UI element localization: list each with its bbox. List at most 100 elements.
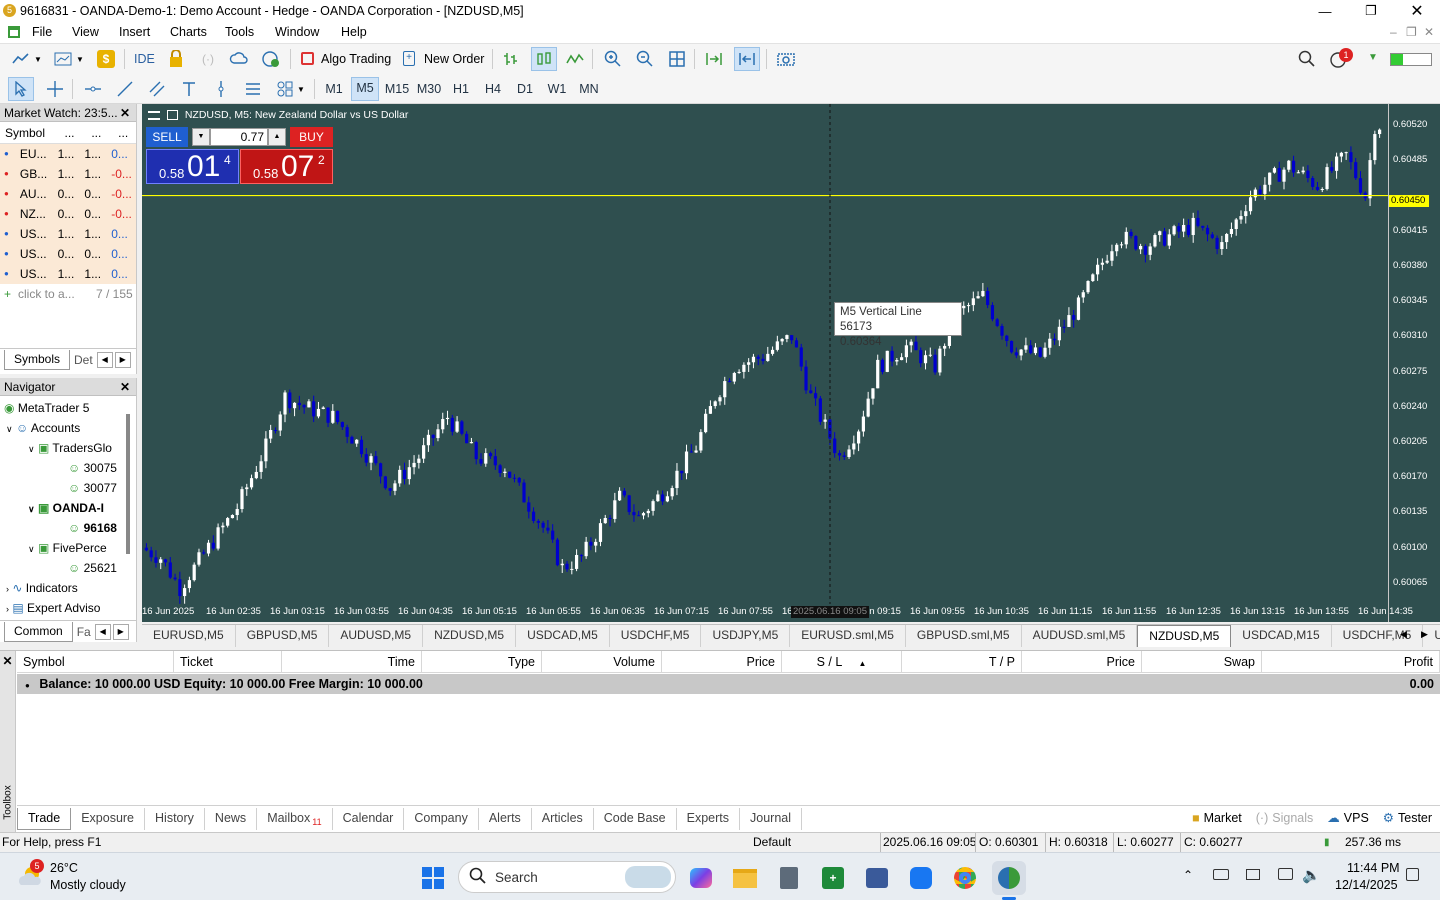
chart-tab[interactable]: EURUSD,M5	[142, 624, 236, 647]
scroll-right-icon[interactable]: ▶	[112, 623, 129, 640]
toolbox-tab[interactable]: News	[205, 807, 258, 830]
column-header[interactable]: ...	[82, 122, 109, 143]
trade-column-header[interactable]: Volume	[542, 651, 662, 673]
chart-tab[interactable]: AUDUSD.sml,M5	[1022, 624, 1138, 647]
nav-accounts[interactable]: ∨ ☺ Accounts	[6, 418, 80, 438]
toolbox-tab[interactable]: Exposure	[71, 807, 146, 830]
trade-column-header[interactable]: Ticket	[174, 651, 282, 673]
toolbox-tab[interactable]: Articles	[532, 807, 594, 830]
close-button[interactable]: ✕	[1394, 0, 1440, 22]
new-order-button[interactable]: New Order	[424, 52, 484, 66]
trade-column-header[interactable]: S / L ▲	[782, 651, 902, 673]
menu-charts[interactable]: Charts	[170, 25, 207, 39]
keyboard-icon[interactable]	[1213, 869, 1229, 880]
navigator-scrollbar[interactable]	[126, 414, 130, 554]
chevron-right-icon[interactable]: ›	[6, 604, 9, 614]
menu-file[interactable]: File	[32, 25, 52, 39]
lot-increase-button[interactable]: ▲	[268, 128, 286, 146]
toolbox-tab[interactable]: Trade	[17, 807, 72, 830]
toolbox-tab[interactable]: Alerts	[479, 807, 532, 830]
tab-details[interactable]: Det	[70, 353, 97, 367]
scroll-right-icon[interactable]: ▶	[114, 351, 131, 368]
chart-template-icon[interactable]	[52, 48, 74, 70]
chevron-down-icon[interactable]: ∨	[6, 424, 13, 434]
cloud-icon[interactable]	[228, 48, 250, 70]
nav-server-tradersglobal[interactable]: ∨ ▣ TradersGlo	[28, 438, 120, 458]
chart-tab[interactable]: EURUSD.sml,M5	[790, 624, 906, 647]
volume-icon[interactable]: 🔈	[1302, 866, 1321, 884]
calculator-icon[interactable]	[774, 863, 804, 893]
text-tool-icon[interactable]	[178, 78, 200, 100]
nav-server-oanda[interactable]: ∨ ▣ OANDA-I	[28, 498, 120, 518]
lot-decrease-button[interactable]: ▼	[192, 128, 210, 146]
trade-column-header[interactable]: Type	[422, 651, 542, 673]
column-header[interactable]: Symbol	[0, 122, 56, 143]
toolbox-tab[interactable]: Company	[404, 807, 479, 830]
chevron-up-icon[interactable]: ⌃	[1183, 868, 1193, 882]
timeframe-m5[interactable]: M5	[351, 77, 379, 101]
chart-tab[interactable]: USDCHF,M5	[1332, 624, 1424, 647]
dropdown-arrow-icon[interactable]: ▼	[76, 55, 84, 64]
trade-column-header[interactable]: Swap	[1142, 651, 1262, 673]
nav-server-fivepercent[interactable]: ∨ ▣ FivePerce	[28, 538, 120, 558]
vps-link[interactable]: VPS	[1344, 811, 1369, 825]
menu-tools[interactable]: Tools	[225, 25, 254, 39]
market-icon[interactable]: $	[95, 48, 117, 70]
trendline-icon[interactable]	[114, 78, 136, 100]
file-explorer-icon[interactable]	[730, 863, 760, 893]
market-watch-row[interactable]: ● US... 0... 0... 0...	[0, 244, 136, 264]
ask-price-box[interactable]: 0.58 07 2	[240, 149, 333, 184]
ide-button[interactable]: IDE	[134, 52, 155, 66]
shapes-icon[interactable]	[274, 78, 296, 100]
toolbox-tab[interactable]: Calendar	[333, 807, 405, 830]
trade-column-header[interactable]: Symbol	[17, 651, 174, 673]
notification-center-icon[interactable]	[1406, 868, 1419, 881]
chevron-down-icon[interactable]: ∨	[28, 544, 35, 554]
chart-tab[interactable]: USDCHF,M5	[610, 624, 702, 647]
search-icon[interactable]	[1296, 48, 1318, 70]
messenger-icon[interactable]	[906, 863, 936, 893]
market-link[interactable]: Market	[1204, 811, 1242, 825]
timeframe-d1[interactable]: D1	[511, 81, 539, 103]
market-watch-row[interactable]: ● GB... 1... 1... -0...	[0, 164, 136, 184]
nav-indicators[interactable]: › ∿ Indicators	[6, 578, 78, 598]
clock-date[interactable]: 12/14/2025	[1335, 878, 1398, 892]
scroll-left-icon[interactable]: ◀	[96, 351, 113, 368]
balance-row[interactable]: ● Balance: 10 000.00 USD Equity: 10 000.…	[17, 674, 1440, 694]
crosshair-icon[interactable]	[44, 78, 66, 100]
algo-trading-icon[interactable]	[301, 52, 314, 65]
tab-symbols[interactable]: Symbols	[4, 349, 71, 370]
timeframe-m15[interactable]: M15	[383, 81, 411, 103]
bar-chart-icon[interactable]	[500, 48, 522, 70]
tile-windows-icon[interactable]	[666, 48, 688, 70]
toolbox-tab[interactable]: Journal	[740, 807, 803, 830]
signal-icon[interactable]: (·)	[197, 48, 219, 70]
chart-tab[interactable]: USDCAD,M15	[1231, 624, 1332, 647]
nav-metatrader5[interactable]: ◉ MetaTrader 5	[4, 398, 89, 418]
chevron-right-icon[interactable]: ›	[6, 584, 9, 594]
chart-shift-icon[interactable]	[734, 47, 760, 71]
chevron-down-icon[interactable]: ∨	[28, 504, 35, 514]
add-symbol-row[interactable]: + click to a... 7 / 155	[0, 284, 136, 304]
trade-column-header[interactable]: Time	[282, 651, 422, 673]
maximize-button[interactable]: ❐	[1348, 0, 1394, 22]
copilot-icon[interactable]	[686, 863, 716, 893]
price-axis[interactable]: 0.60520 0.60485 0.60415 0.60380 0.60345 0.603…	[1388, 104, 1440, 622]
signals-link[interactable]: Signals	[1272, 811, 1313, 825]
scroll-right-icon[interactable]: ▶	[1421, 629, 1428, 640]
close-icon[interactable]: ✕	[120, 104, 130, 122]
market-watch-row[interactable]: ● AU... 0... 0... -0...	[0, 184, 136, 204]
toolbox-tab[interactable]: History	[145, 807, 205, 830]
bid-price-box[interactable]: 0.58 01 4	[146, 149, 239, 184]
trade-column-header[interactable]: Profit	[1262, 651, 1440, 673]
channel-icon[interactable]	[146, 78, 168, 100]
chrome-icon[interactable]	[950, 863, 980, 893]
timeframe-m30[interactable]: M30	[415, 81, 443, 103]
toolbox-tab[interactable]: Mailbox 11	[257, 807, 333, 830]
timeframe-h1[interactable]: H1	[447, 81, 475, 103]
taskbar-search[interactable]: Search	[458, 861, 676, 893]
network-icon[interactable]	[260, 48, 282, 70]
timeframe-w1[interactable]: W1	[543, 81, 571, 103]
dropdown-arrow-icon[interactable]: ▼	[297, 85, 305, 94]
vertical-line-icon[interactable]	[210, 78, 232, 100]
